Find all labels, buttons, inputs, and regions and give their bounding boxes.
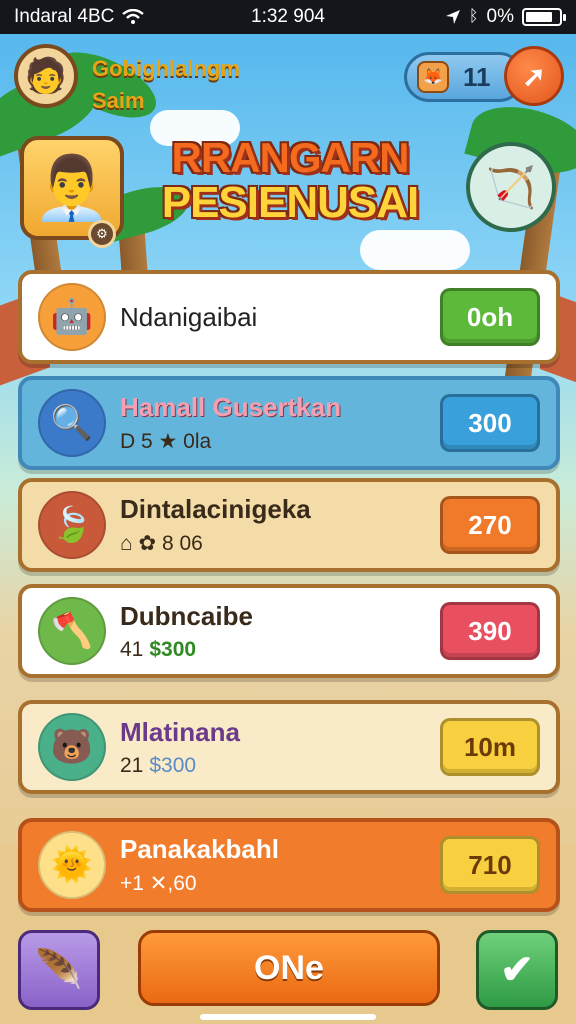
- battery-percent: 0%: [486, 6, 514, 27]
- check-icon: ✔: [500, 948, 534, 992]
- list-item[interactable]: 🪓 Dubncaibe 41 $300 390: [18, 584, 560, 678]
- title-line-1: RRANGARN: [171, 134, 410, 181]
- coin-icon: 🦊: [417, 61, 449, 93]
- sun-icon: 🌞: [38, 831, 106, 899]
- item-subtitle: 21 $300: [120, 754, 240, 778]
- home-indicator[interactable]: [200, 1014, 376, 1020]
- item-subtitle: 41 $300: [120, 638, 253, 662]
- item-title: Mlatinana: [120, 716, 240, 747]
- item-buy-button[interactable]: 300: [440, 394, 540, 452]
- list-item[interactable]: 🍃 Dintalacinigeka ⌂ ✿ 8 06 270: [18, 478, 560, 572]
- player-name: Gobighlalngm: [92, 56, 240, 81]
- magnifier-icon: 🔍: [38, 389, 106, 457]
- battery-icon: [522, 8, 566, 26]
- item-title: Panakakbahl: [120, 834, 279, 864]
- player-avatar[interactable]: 🧑: [14, 44, 78, 108]
- item-price: $300: [149, 637, 197, 661]
- list-item[interactable]: 🌞 Panakakbahl +1 ✕,60 710: [18, 818, 560, 912]
- item-subtitle: D 5 ★ 0la: [120, 430, 212, 453]
- title-line-2: PESIENUSAI: [161, 178, 420, 228]
- portrait-badge: ⚙: [88, 220, 116, 248]
- item-buy-button[interactable]: 390: [440, 602, 540, 660]
- confirm-button[interactable]: ✔: [476, 930, 558, 1010]
- item-title: Ndanigaibai: [120, 301, 258, 332]
- axe-icon: 🪓: [38, 597, 106, 665]
- character-icon: 👨‍💼: [33, 153, 111, 223]
- location-icon: [445, 10, 460, 24]
- coin-value: 11: [463, 61, 491, 92]
- item-subtitle: +1 ✕,60: [120, 872, 197, 895]
- list-item[interactable]: 🤖 Ndanigaibai 0oh: [18, 270, 560, 364]
- list-item[interactable]: 🐻 Mlatinana 21 $300 10m: [18, 700, 560, 794]
- item-count: 21: [120, 753, 144, 777]
- player-avatar-icon: 🧑: [24, 57, 68, 95]
- feather-icon: 🪶: [35, 949, 83, 991]
- item-title: Dubncaibe: [120, 600, 253, 631]
- item-buy-button[interactable]: 10m: [440, 718, 540, 776]
- main-action-button[interactable]: ONe: [138, 930, 440, 1006]
- feather-button[interactable]: 🪶: [18, 930, 100, 1010]
- slingshot-icon: 🏹: [486, 165, 536, 210]
- player-subtitle: Saim: [92, 88, 145, 113]
- carrier-label: Indaral 4BC: [14, 6, 115, 27]
- game-title: RRANGARN PESIENUSAI: [150, 134, 430, 228]
- bluetooth-icon: ᛒ: [468, 8, 479, 25]
- list-item[interactable]: 🔍 Hamall Gusertkan D 5 ★ 0la 300: [18, 376, 560, 470]
- leaf-icon: 🍃: [38, 491, 106, 559]
- status-bar: Indaral 4BC 1:32 904 ᛒ 0%: [0, 0, 576, 34]
- arrow-icon: ➚: [522, 60, 546, 92]
- wifi-icon: [122, 9, 145, 24]
- item-title: Hamall Gusertkan: [120, 392, 342, 422]
- tool-button[interactable]: 🏹: [466, 142, 556, 232]
- item-count: 41: [120, 637, 144, 661]
- item-title: Dintalacinigeka: [120, 494, 311, 524]
- creature-icon: 🐻: [38, 713, 106, 781]
- item-buy-button[interactable]: 270: [440, 496, 540, 554]
- item-price: $300: [149, 753, 197, 777]
- item-buy-button[interactable]: 0oh: [440, 288, 540, 346]
- robot-icon: 🤖: [38, 283, 106, 351]
- item-buy-button[interactable]: 710: [440, 836, 540, 894]
- share-button[interactable]: ➚: [504, 46, 564, 106]
- item-subtitle: ⌂ ✿ 8 06: [120, 532, 203, 555]
- level-badge-icon: ⚙: [96, 226, 108, 241]
